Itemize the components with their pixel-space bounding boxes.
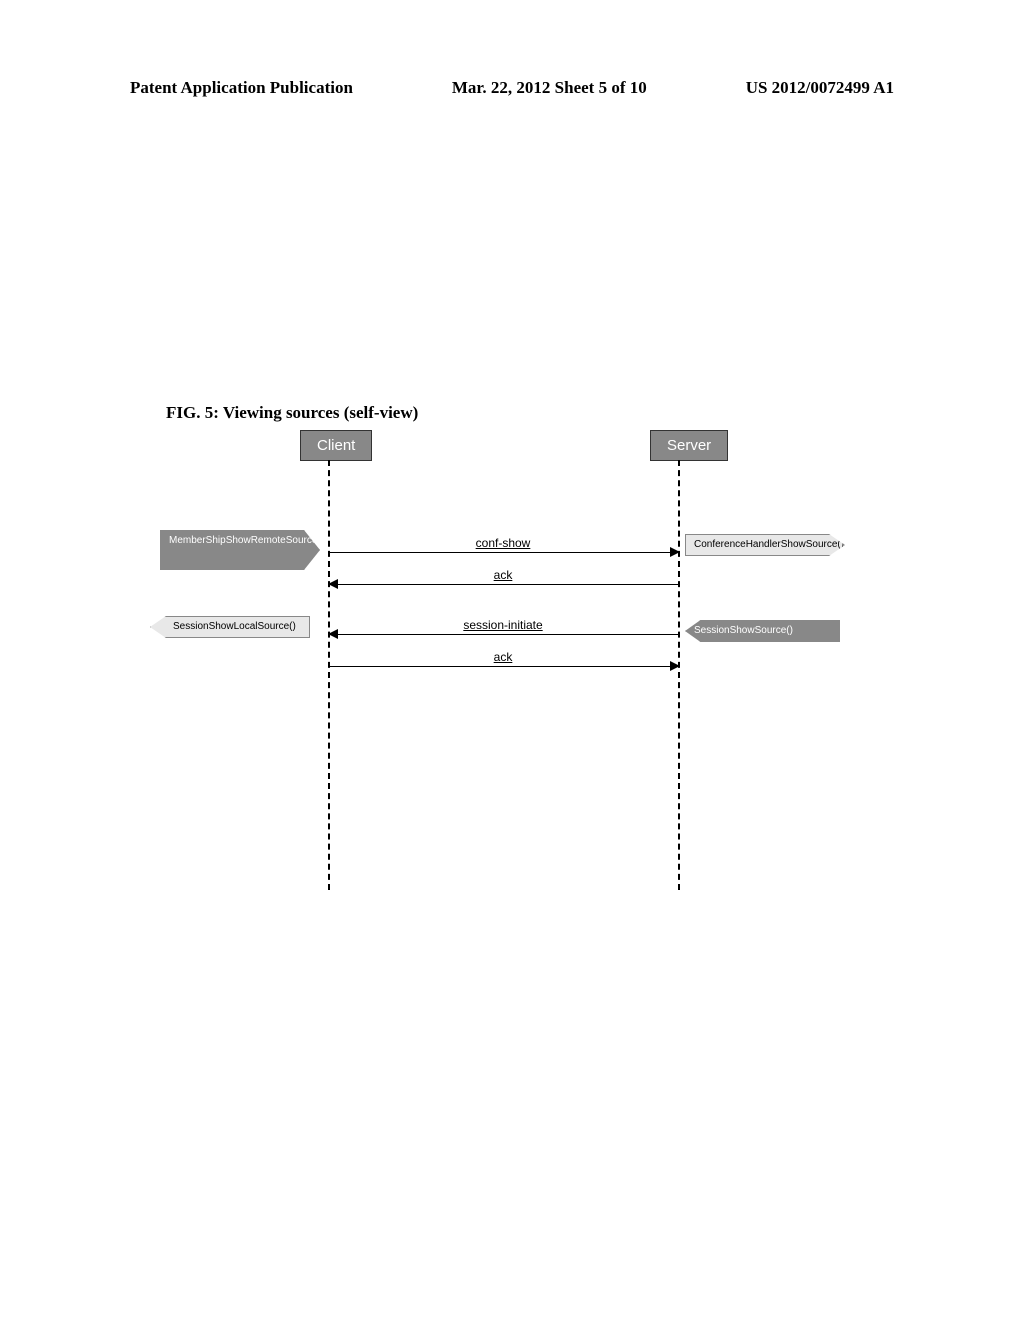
arrowhead-right-icon xyxy=(670,547,680,557)
arrowhead-right-icon xyxy=(670,661,680,671)
page-header: Patent Application Publication Mar. 22, … xyxy=(0,78,1024,98)
note-session-show-source: SessionShowSource() xyxy=(685,620,840,642)
arrow-line xyxy=(330,552,678,553)
note-conference-handler: ConferenceHandlerShowSource() xyxy=(685,534,845,556)
sequence-diagram: Client Server conf-show ack session-init… xyxy=(160,430,860,900)
note-member-show-remote: MemberShipShowRemoteSource('me','video') xyxy=(160,530,320,570)
arrow-line xyxy=(330,584,678,585)
arrowhead-left-icon xyxy=(328,629,338,639)
lifeline-server xyxy=(678,460,680,890)
message-ack-1: ack xyxy=(333,568,673,582)
message-ack-2: ack xyxy=(333,650,673,664)
arrow-line xyxy=(330,634,678,635)
message-session-initiate: session-initiate xyxy=(333,618,673,632)
header-center: Mar. 22, 2012 Sheet 5 of 10 xyxy=(452,78,647,98)
note-session-show-local: SessionShowLocalSource() xyxy=(150,616,310,638)
message-conf-show: conf-show xyxy=(333,536,673,550)
lifeline-client xyxy=(328,460,330,890)
lifeline-server-header: Server xyxy=(650,430,728,461)
header-right: US 2012/0072499 A1 xyxy=(746,78,894,98)
header-left: Patent Application Publication xyxy=(130,78,353,98)
arrow-line xyxy=(330,666,678,667)
figure-caption: FIG. 5: Viewing sources (self-view) xyxy=(166,403,418,423)
lifeline-client-header: Client xyxy=(300,430,372,461)
arrowhead-left-icon xyxy=(328,579,338,589)
